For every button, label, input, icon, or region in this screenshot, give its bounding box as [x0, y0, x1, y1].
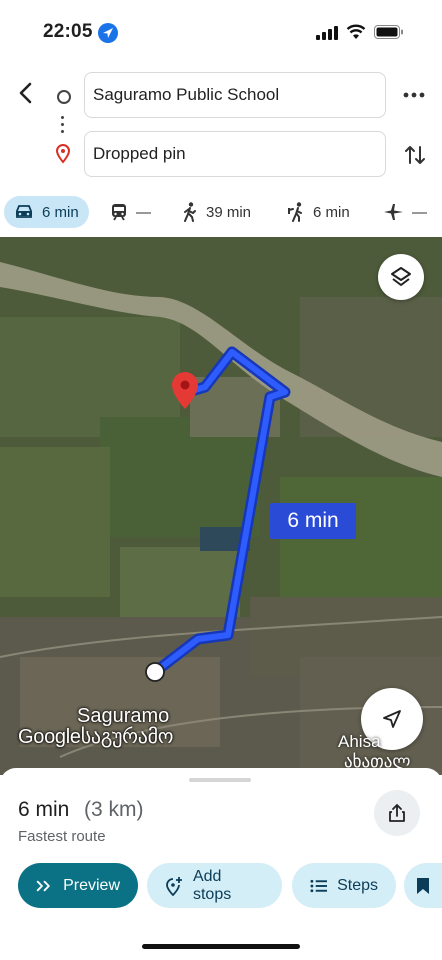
- mode-tab-drive[interactable]: 6 min: [4, 196, 89, 228]
- route-duration: 6 min: [18, 798, 70, 821]
- signal-icon: [316, 26, 338, 40]
- add-stop-icon: [166, 876, 182, 896]
- steps-label: Steps: [337, 876, 378, 894]
- google-logo: Google: [18, 726, 81, 748]
- more-options-icon[interactable]: [403, 88, 425, 102]
- mode-tab-label: —: [136, 203, 151, 221]
- sheet-drag-handle[interactable]: [189, 778, 251, 782]
- train-icon: [112, 204, 126, 221]
- list-icon: [310, 879, 328, 892]
- mode-tab-walk[interactable]: 39 min: [182, 196, 251, 228]
- preview-label: Preview: [63, 876, 120, 894]
- map-attribution: Googleსაგურამო: [18, 724, 174, 749]
- car-icon: [16, 205, 32, 218]
- share-button[interactable]: [374, 790, 420, 836]
- save-button[interactable]: [404, 863, 442, 908]
- mode-tab-label: 39 min: [206, 203, 252, 221]
- double-chevron-icon: [36, 880, 50, 891]
- mode-tab-ride[interactable]: 6 min: [287, 196, 350, 228]
- location-arrow-icon: [98, 23, 118, 43]
- layers-button[interactable]: [378, 254, 424, 300]
- map-local-label: საგურამო: [80, 726, 174, 748]
- bookmark-icon: [417, 877, 429, 894]
- layers-icon: [391, 267, 411, 286]
- status-time: 22:05: [43, 21, 93, 42]
- ride-icon: [288, 202, 302, 222]
- swap-route-icon[interactable]: [404, 143, 426, 167]
- mode-tab-label: 6 min: [313, 203, 350, 221]
- mode-tab-transit[interactable]: —: [110, 196, 151, 228]
- battery-icon: [374, 25, 403, 39]
- travel-mode-tabs: 6 min — 39 min 6 min —: [0, 196, 442, 230]
- mode-tab-label: —: [412, 203, 427, 221]
- origin-input[interactable]: Saguramo Public School: [84, 72, 386, 118]
- walk-icon: [184, 202, 196, 222]
- mode-tab-label: 6 min: [42, 203, 79, 221]
- destination-pin-icon: [55, 144, 71, 164]
- preview-button[interactable]: Preview: [18, 863, 138, 908]
- route-connector-dots: [61, 116, 65, 137]
- origin-marker-icon: [57, 90, 71, 104]
- add-stops-label: Add stops: [192, 867, 232, 903]
- steps-button[interactable]: Steps: [292, 863, 396, 908]
- status-bar: 22:05: [0, 0, 442, 62]
- route-duration-label[interactable]: 6 min: [270, 503, 356, 539]
- mode-tab-flight[interactable]: —: [384, 196, 427, 228]
- map-place-label-2: Ahisa: [338, 732, 381, 751]
- plane-icon: [384, 204, 403, 220]
- home-indicator: [142, 944, 300, 949]
- navigation-arrow-icon: [383, 710, 401, 728]
- route-description: Fastest route: [18, 828, 106, 845]
- wifi-icon: [346, 24, 366, 39]
- route-distance: (3 km): [84, 798, 144, 821]
- add-stops-button[interactable]: Add stops: [147, 863, 282, 908]
- destination-input[interactable]: Dropped pin: [84, 131, 386, 177]
- share-icon: [389, 804, 405, 822]
- back-arrow-icon[interactable]: [14, 80, 40, 106]
